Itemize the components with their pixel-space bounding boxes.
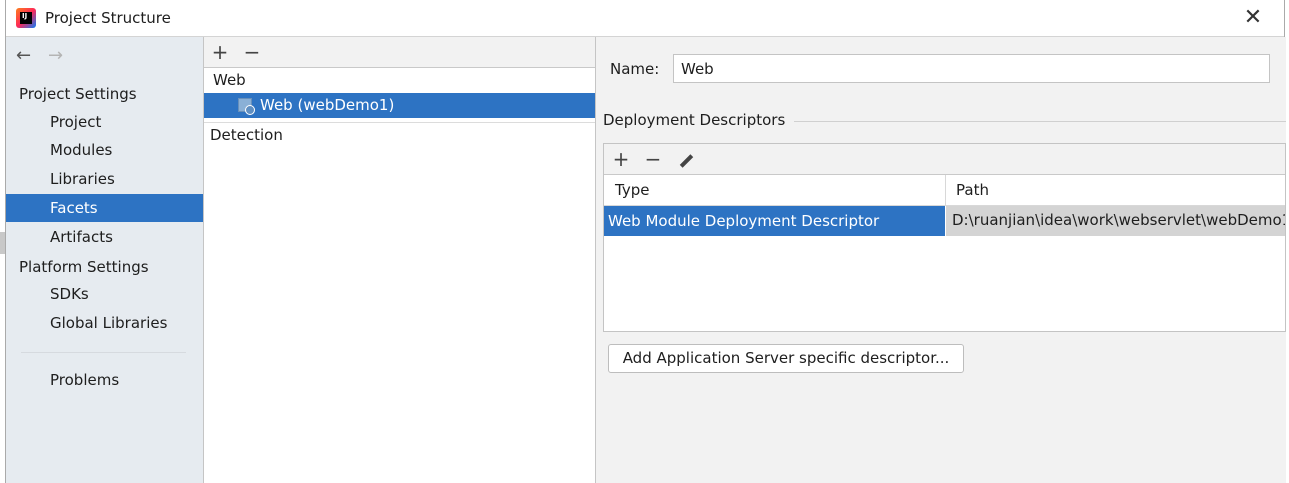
project-settings-header: Project Settings — [19, 85, 137, 103]
title-bar: IJ Project Structure ✕ — [6, 0, 1284, 37]
nav-item-artifacts[interactable]: Artifacts — [6, 223, 203, 251]
tree-group-web[interactable]: Web — [204, 68, 595, 93]
column-header-type[interactable]: Type — [615, 181, 649, 199]
column-header-path[interactable]: Path — [956, 181, 989, 199]
tree-item-web-facet[interactable]: Web (webDemo1) — [204, 93, 595, 118]
descriptors-toolbar: + − — [604, 144, 1285, 175]
cell-type[interactable]: Web Module Deployment Descriptor — [604, 206, 945, 236]
facets-toolbar: + − — [204, 37, 595, 68]
name-label: Name: — [610, 60, 660, 78]
name-field[interactable] — [673, 54, 1270, 83]
cell-path[interactable]: D:\ruanjian\idea\work\webservlet\webDemo… — [946, 206, 1285, 236]
nav-item-facets[interactable]: Facets — [6, 194, 203, 222]
table-header: Type Path — [604, 175, 1285, 206]
tree-group-detection[interactable]: Detection — [204, 123, 595, 148]
forward-arrow-icon[interactable]: → — [48, 45, 80, 66]
nav-item-sdks[interactable]: SDKs — [6, 280, 203, 308]
table-row[interactable]: Web Module Deployment Descriptor D:\ruan… — [604, 206, 1285, 236]
nav-item-project[interactable]: Project — [6, 108, 203, 136]
pencil-icon — [679, 154, 693, 168]
deployment-descriptors-title: Deployment Descriptors — [603, 111, 786, 129]
edit-descriptor-button[interactable] — [674, 148, 698, 172]
tree-item-label: Web (webDemo1) — [260, 96, 395, 114]
web-facet-icon — [238, 98, 255, 115]
deployment-descriptors-table: + − Type Path Web Module Deployment Desc… — [603, 143, 1286, 332]
back-arrow-icon[interactable]: ← — [16, 45, 48, 66]
remove-facet-button[interactable]: − — [240, 41, 264, 65]
remove-descriptor-button[interactable]: − — [641, 148, 665, 172]
close-button[interactable]: ✕ — [1242, 7, 1264, 29]
project-structure-dialog: IJ Project Structure ✕ ← → Project Settin… — [5, 0, 1286, 483]
intellij-idea-icon: IJ — [16, 8, 36, 28]
facet-detail-panel: Name: Deployment Descriptors + − Type Pa… — [596, 37, 1286, 483]
nav-item-problems[interactable]: Problems — [6, 366, 203, 394]
add-descriptor-button[interactable]: + — [609, 148, 633, 172]
column-separator[interactable] — [945, 175, 946, 206]
facets-tree-panel: + − Web Web (webDemo1) Detection — [204, 37, 595, 483]
settings-nav-panel: ← → Project Settings Project Modules Libr… — [6, 37, 203, 483]
add-facet-button[interactable]: + — [208, 41, 232, 65]
nav-item-libraries[interactable]: Libraries — [6, 165, 203, 193]
nav-item-global-libraries[interactable]: Global Libraries — [6, 309, 203, 337]
dialog-title: Project Structure — [45, 9, 171, 27]
platform-settings-header: Platform Settings — [19, 258, 149, 276]
nav-history: ← → — [16, 45, 80, 66]
section-divider — [794, 121, 1286, 122]
nav-divider — [21, 352, 186, 353]
nav-item-modules[interactable]: Modules — [6, 136, 203, 164]
add-server-descriptor-button[interactable]: Add Application Server specific descript… — [608, 344, 964, 373]
